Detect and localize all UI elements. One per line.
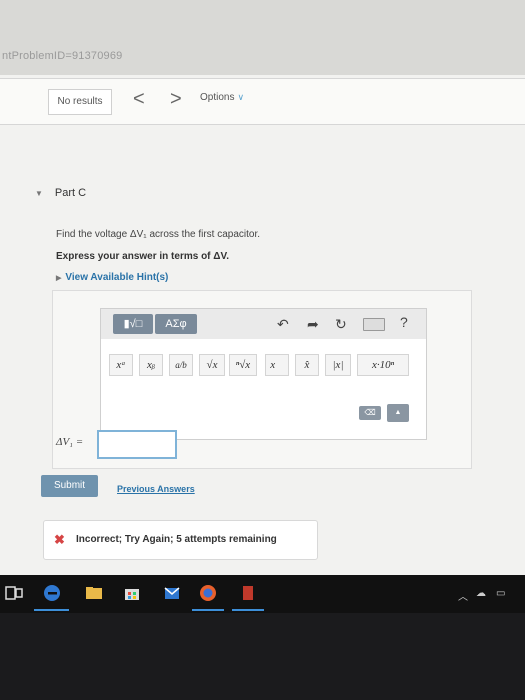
reset-icon[interactable]: ↻ bbox=[335, 315, 347, 333]
hints-label: View Available Hint(s) bbox=[65, 272, 169, 283]
fraction-button[interactable]: a/b bbox=[169, 354, 193, 376]
file-explorer-icon[interactable] bbox=[84, 583, 104, 603]
search-status-field[interactable]: No results bbox=[48, 89, 112, 115]
unit-vector-button[interactable]: x̂ bbox=[295, 354, 319, 376]
options-dropdown[interactable]: Options ∨ bbox=[200, 92, 244, 103]
previous-answers-link[interactable]: Previous Answers bbox=[117, 484, 195, 494]
backspace-icon[interactable]: ⌫ bbox=[359, 406, 381, 420]
firefox-indicator bbox=[192, 609, 224, 611]
part-header[interactable]: ▼ Part C bbox=[35, 187, 86, 199]
superscript-button[interactable]: xᵃ bbox=[109, 354, 133, 376]
mail-icon[interactable] bbox=[162, 583, 182, 603]
app-indicator bbox=[232, 609, 264, 611]
undo-icon[interactable]: ↶ bbox=[277, 315, 289, 333]
chevron-down-icon: ∨ bbox=[237, 92, 245, 102]
absolute-value-button[interactable]: |x| bbox=[325, 354, 351, 376]
nth-root-button[interactable]: ⁿ√x bbox=[229, 354, 257, 376]
problem-nav-bar: No results < > Options ∨ bbox=[0, 78, 525, 125]
cloud-icon[interactable]: ☁ bbox=[476, 588, 486, 599]
submit-button[interactable]: Submit bbox=[41, 475, 98, 497]
answer-input[interactable] bbox=[97, 430, 177, 459]
collapse-triangle-icon: ▼ bbox=[35, 189, 43, 198]
scientific-notation-button[interactable]: x·10ⁿ bbox=[357, 354, 409, 376]
part-label: Part C bbox=[54, 187, 87, 199]
question-prompt: Find the voltage ΔV₁ across the first ca… bbox=[56, 229, 261, 240]
keyboard-icon[interactable] bbox=[363, 318, 385, 331]
next-arrow-icon[interactable]: > bbox=[170, 87, 182, 111]
view-hints-link[interactable]: ▶ View Available Hint(s) bbox=[56, 272, 168, 283]
firefox-icon[interactable] bbox=[198, 583, 218, 603]
app-icon[interactable] bbox=[238, 583, 258, 603]
redo-icon[interactable]: ➦ bbox=[307, 315, 319, 333]
help-icon[interactable]: ? bbox=[400, 314, 408, 330]
task-view-icon[interactable] bbox=[4, 583, 24, 603]
question-instruction: Express your answer in terms of ΔV. bbox=[56, 251, 229, 262]
vector-button[interactable]: x⃗ bbox=[265, 354, 289, 376]
windows-taskbar: ︿ ☁ ▭ bbox=[0, 575, 525, 613]
tray-chevron-icon[interactable]: ︿ bbox=[458, 588, 468, 603]
math-editor: ▮√□ ΑΣφ ↶ ➦ ↻ ? xᵃ xᵦ a/b √x ⁿ√x x⃗ x̂ |… bbox=[100, 308, 427, 440]
active-app-indicator bbox=[34, 609, 69, 611]
greek-symbols-button[interactable]: ΑΣφ bbox=[155, 314, 197, 334]
previous-arrow-icon[interactable]: < bbox=[133, 87, 145, 111]
address-bar[interactable]: ntProblemID=91370969 bbox=[0, 0, 525, 75]
subscript-button[interactable]: xᵦ bbox=[139, 354, 163, 376]
feedback-message: Incorrect; Try Again; 5 attempts remaini… bbox=[76, 534, 277, 545]
url-text: ntProblemID=91370969 bbox=[2, 50, 123, 62]
editor-toolbar: ▮√□ ΑΣφ ↶ ➦ ↻ ? bbox=[101, 309, 426, 339]
keyboard-toggle-icon[interactable]: ▲ bbox=[387, 404, 409, 422]
square-root-button[interactable]: √x bbox=[199, 354, 225, 376]
browser-screen: ntProblemID=91370969 No results < > Opti… bbox=[0, 0, 525, 575]
edge-icon[interactable] bbox=[42, 583, 62, 603]
store-icon[interactable] bbox=[122, 583, 142, 603]
expand-triangle-icon: ▶ bbox=[56, 275, 62, 282]
templates-button[interactable]: ▮√□ bbox=[113, 314, 153, 334]
incorrect-x-icon: ✖ bbox=[54, 532, 65, 547]
battery-icon: ▭ bbox=[496, 588, 506, 599]
answer-variable-label: ΔV₁ = bbox=[56, 436, 84, 448]
feedback-box: ✖ Incorrect; Try Again; 5 attempts remai… bbox=[43, 520, 318, 560]
options-label: Options bbox=[200, 92, 235, 103]
